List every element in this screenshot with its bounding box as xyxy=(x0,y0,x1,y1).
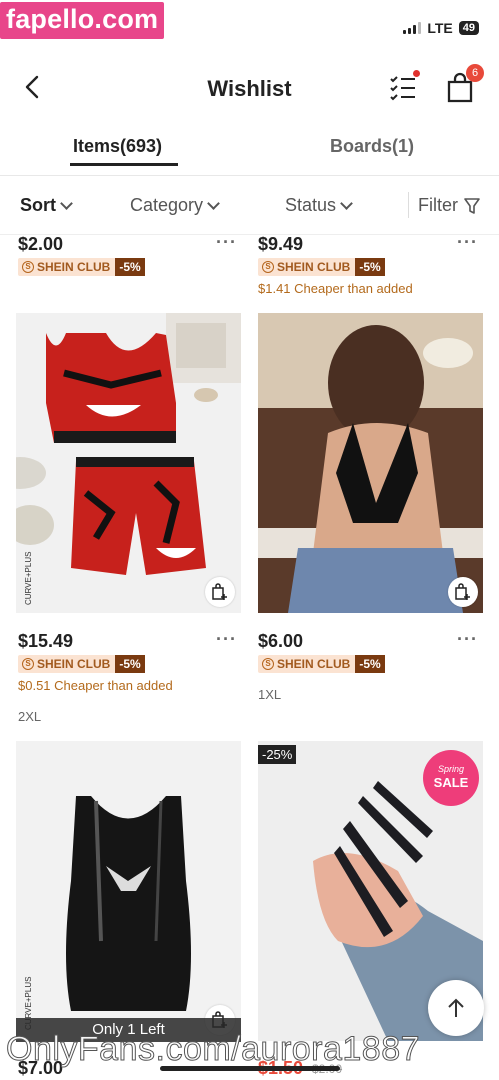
filter-label: Filter xyxy=(418,195,458,215)
divider xyxy=(0,175,499,176)
product-size: 2XL xyxy=(18,709,42,724)
club-label: SHEIN CLUB xyxy=(277,260,351,274)
red-top-shorts-illustration xyxy=(16,313,241,575)
shein-club-icon: S xyxy=(262,658,274,670)
shein-club-icon: S xyxy=(22,261,34,273)
scroll-top-arrow-icon xyxy=(448,998,464,1017)
spring-sale-badge: Spring SALE xyxy=(423,750,479,806)
chevron-down-icon xyxy=(60,197,73,210)
filter-button[interactable]: Filter xyxy=(418,195,480,216)
notification-dot xyxy=(413,70,420,77)
sort-label: Sort xyxy=(20,195,56,215)
club-label: SHEIN CLUB xyxy=(277,657,351,671)
scroll-top-button[interactable] xyxy=(428,980,484,1036)
butterfly-top-photo xyxy=(258,313,483,613)
club-discount: -5% xyxy=(355,258,385,276)
filter-bar: Sort Category Status Filter xyxy=(0,186,499,226)
shein-club-badge: S SHEIN CLUB -5% xyxy=(18,655,145,673)
product-price: $2.00 xyxy=(18,234,64,254)
shein-club-badge: S SHEIN CLUB -5% xyxy=(258,655,385,673)
shein-club-badge: S SHEIN CLUB -5% xyxy=(18,258,145,276)
add-to-cart-icon xyxy=(212,583,227,600)
add-to-cart-icon xyxy=(455,583,470,600)
tab-boards[interactable]: Boards(1) xyxy=(330,136,414,157)
checklist-button[interactable] xyxy=(388,70,420,102)
more-dots-icon[interactable]: ··· xyxy=(457,629,478,650)
product-price: $9.49 xyxy=(258,234,304,254)
status-indicators: LTE 49 xyxy=(403,20,479,36)
home-indicator xyxy=(160,1066,340,1071)
wishlist-tabs: Items(693) Boards(1) xyxy=(0,130,499,174)
product-image[interactable] xyxy=(258,313,483,613)
product-image[interactable] xyxy=(16,313,241,613)
signal-icon xyxy=(403,22,422,34)
shein-club-icon: S xyxy=(22,658,34,670)
battery-icon: 49 xyxy=(458,21,479,35)
discount-tag: -25% xyxy=(258,745,297,764)
network-label: LTE xyxy=(427,20,453,36)
shein-club-icon: S xyxy=(262,261,274,273)
status-dropdown[interactable]: Status xyxy=(285,195,353,216)
cart-count-badge: 6 xyxy=(466,64,484,82)
club-discount: -5% xyxy=(115,655,145,673)
more-dots-icon[interactable]: ··· xyxy=(216,629,237,650)
status-bar: fapello.com LTE 49 xyxy=(0,0,499,50)
shein-club-badge: S SHEIN CLUB -5% xyxy=(258,258,385,276)
price-drop-note: $0.51 Cheaper than added xyxy=(18,678,173,693)
checklist-icon xyxy=(390,76,415,101)
club-label: SHEIN CLUB xyxy=(37,657,111,671)
watermark-top: fapello.com xyxy=(0,2,165,39)
divider xyxy=(0,234,499,235)
chevron-down-icon xyxy=(207,197,220,210)
product-size: 1XL xyxy=(258,687,282,702)
more-dots-icon[interactable]: ··· xyxy=(457,232,478,253)
add-to-cart-button[interactable] xyxy=(448,577,478,607)
page-title: Wishlist xyxy=(207,76,292,101)
product-price: $6.00 xyxy=(258,631,304,651)
price-drop-note: $1.41 Cheaper than added xyxy=(258,281,413,296)
club-discount: -5% xyxy=(115,258,145,276)
club-label: SHEIN CLUB xyxy=(37,260,111,274)
active-tab-indicator xyxy=(70,163,178,166)
chevron-down-icon xyxy=(340,197,353,210)
category-label: Category xyxy=(130,195,204,215)
more-dots-icon[interactable]: ··· xyxy=(216,232,237,253)
tab-items[interactable]: Items(693) xyxy=(73,136,162,157)
product-image[interactable] xyxy=(16,741,241,1041)
sale-badge-season: Spring xyxy=(437,764,464,774)
sale-badge-label: SALE xyxy=(433,775,469,790)
category-dropdown[interactable]: Category xyxy=(130,195,220,216)
brand-tag: CURVE+PLUS xyxy=(24,551,33,605)
sort-dropdown[interactable]: Sort xyxy=(20,195,73,216)
black-vinyl-top-illustration xyxy=(66,796,191,1011)
filter-funnel-icon xyxy=(464,197,480,214)
watermark-bottom: OnlyFans.com/aurora1887 xyxy=(5,1030,421,1069)
add-to-cart-button[interactable] xyxy=(205,577,235,607)
club-discount: -5% xyxy=(355,655,385,673)
app-header: Wishlist 6 xyxy=(0,60,499,116)
product-price: $15.49 xyxy=(18,631,74,651)
filter-separator xyxy=(408,192,409,218)
status-label: Status xyxy=(285,195,337,215)
